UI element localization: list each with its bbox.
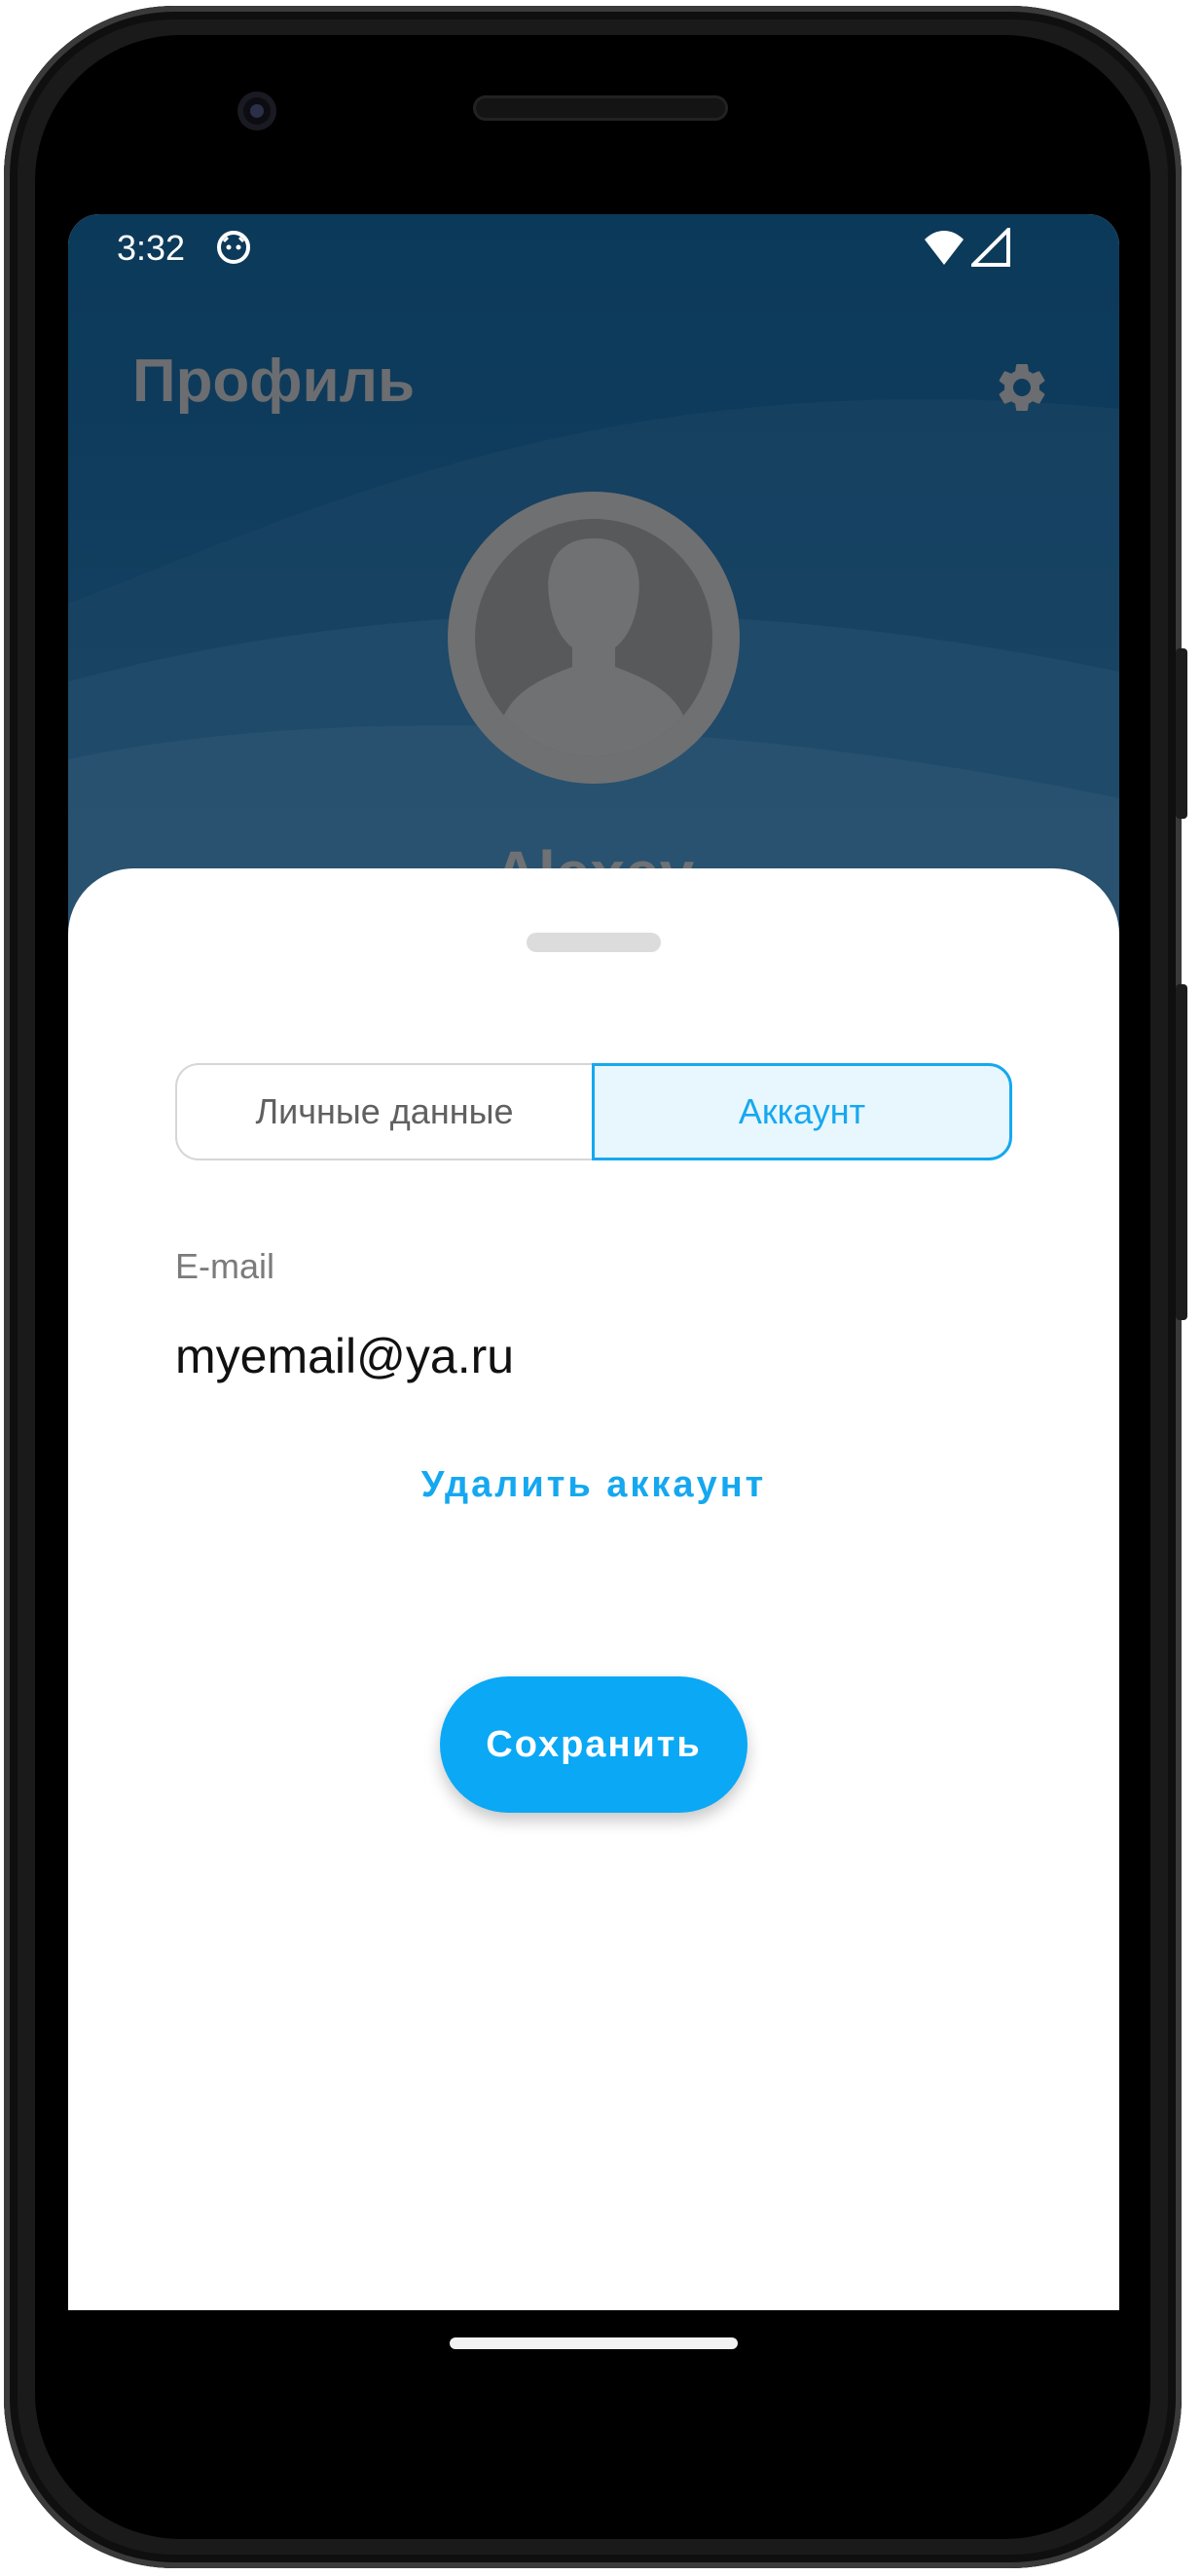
bottom-sheet: Личные данные Аккаунт E-mail myemail@ya.… [68, 868, 1119, 2310]
android-debug-icon [217, 231, 250, 264]
home-gesture-handle[interactable] [450, 2337, 738, 2349]
page-title: Профиль [132, 348, 416, 415]
wifi-icon [925, 231, 964, 265]
cellular-signal-icon [971, 228, 1010, 267]
profile-header-background: 3:32 Профиль Ale [68, 214, 1119, 954]
status-time: 3:32 [117, 228, 186, 268]
tab-personal-data[interactable]: Личные данные [175, 1063, 592, 1160]
app-screen: 3:32 Профиль Ale [68, 214, 1119, 2310]
earpiece-speaker [473, 95, 728, 121]
sheet-drag-handle[interactable] [527, 933, 661, 952]
save-button[interactable]: Сохранить [440, 1676, 747, 1813]
profile-tabs: Личные данные Аккаунт [175, 1063, 1012, 1160]
email-label: E-mail [175, 1246, 275, 1286]
delete-account-button[interactable]: Удалить аккаунт [68, 1464, 1119, 1506]
status-bar: 3:32 [68, 214, 1119, 282]
front-camera [237, 92, 276, 130]
avatar [448, 492, 740, 784]
email-field[interactable]: myemail@ya.ru [175, 1328, 514, 1384]
gear-icon[interactable] [993, 358, 1051, 417]
tab-account[interactable]: Аккаунт [592, 1063, 1012, 1160]
system-navigation-bar [68, 2310, 1119, 2437]
volume-button [1176, 984, 1187, 1320]
power-button [1176, 648, 1187, 819]
